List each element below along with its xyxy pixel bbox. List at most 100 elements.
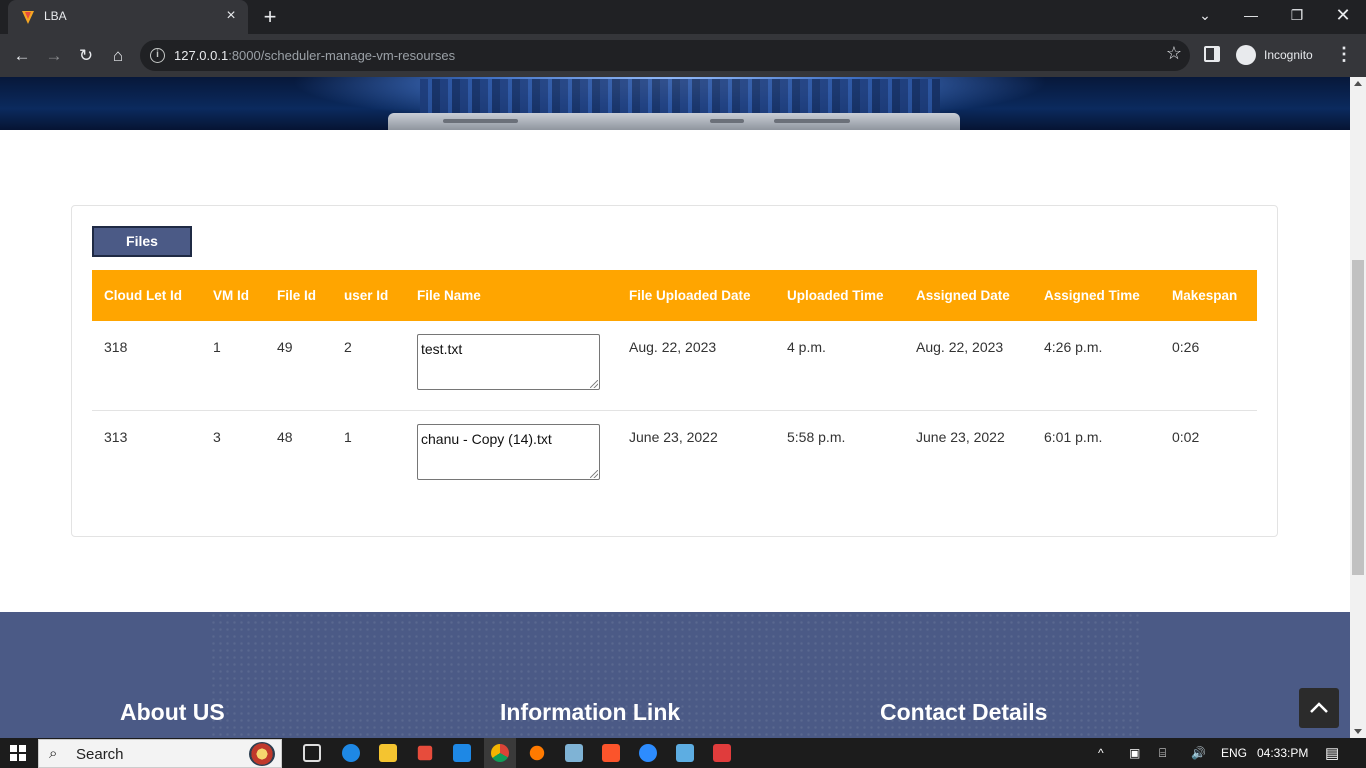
site-footer: About US Information Link Contact Detail… xyxy=(0,612,1350,738)
resize-grip-icon[interactable] xyxy=(590,380,598,388)
col-user-id: user Id xyxy=(344,288,389,303)
footer-contact-heading: Contact Details xyxy=(880,699,1048,725)
cell-assigned-date: June 23, 2022 xyxy=(916,429,1005,445)
search-icon: ⌕ xyxy=(49,745,58,762)
file-name-textarea[interactable]: test.txt xyxy=(417,334,600,390)
edge-browser-icon[interactable] xyxy=(342,744,360,762)
windows-start-icon[interactable] xyxy=(10,745,26,761)
remote-desktop-icon[interactable] xyxy=(676,744,694,762)
cell-vm-id: 1 xyxy=(213,339,221,355)
chevron-up-icon xyxy=(1310,702,1328,713)
close-window-icon[interactable]: ✕ xyxy=(1320,0,1366,34)
table-row: 313 3 48 1 chanu - Copy (14).txt June 23… xyxy=(92,411,1257,501)
chrome-icon[interactable] xyxy=(491,744,509,762)
hero-banner-image xyxy=(0,77,1350,130)
file-name-text: test.txt xyxy=(421,341,463,357)
vscode-icon[interactable] xyxy=(453,744,471,762)
incognito-icon xyxy=(1236,45,1256,65)
col-file-id: File Id xyxy=(277,288,317,303)
taskbar-search-box[interactable]: ⌕ Search xyxy=(38,739,282,768)
col-uploaded-date: File Uploaded Date xyxy=(629,288,751,303)
browser-titlebar: LBA × + ⌄ — ❐ ✕ xyxy=(0,0,1366,34)
cell-uploaded-date: June 23, 2022 xyxy=(629,429,718,445)
incognito-badge[interactable]: Incognito xyxy=(1230,42,1326,68)
browser-menu-icon[interactable]: ⋮ xyxy=(1335,44,1353,65)
col-makespan: Makespan xyxy=(1172,288,1238,303)
device-slot xyxy=(443,119,518,123)
back-icon[interactable]: ← xyxy=(8,42,36,70)
cell-makespan: 0:02 xyxy=(1172,429,1200,445)
col-cloudlet-id: Cloud Let Id xyxy=(104,288,182,303)
col-assigned-time: Assigned Time xyxy=(1044,288,1140,303)
cell-assigned-date: Aug. 22, 2023 xyxy=(916,339,1004,355)
device-slot xyxy=(710,119,744,123)
minimize-icon[interactable]: — xyxy=(1228,0,1274,34)
search-app-icon[interactable] xyxy=(529,745,545,761)
url-host: 127.0.0.1 xyxy=(174,48,229,63)
cell-uploaded-date: Aug. 22, 2023 xyxy=(629,339,717,355)
scroll-down-arrow-icon[interactable] xyxy=(1354,729,1362,734)
col-file-name: File Name xyxy=(417,288,481,303)
cell-assigned-time: 4:26 p.m. xyxy=(1044,339,1103,355)
windows-taskbar: ⌕ Search ^ ▣ ⌸ 🔊 ENG 04:33:PM ▤ xyxy=(0,738,1366,768)
tab-search-icon[interactable]: ⌄ xyxy=(1182,0,1228,34)
file-name-textarea[interactable]: chanu - Copy (14).txt xyxy=(417,424,600,480)
restore-icon[interactable]: ❐ xyxy=(1274,0,1320,34)
forward-icon[interactable]: → xyxy=(40,42,68,70)
clock[interactable]: 04:33:PM xyxy=(1257,746,1308,760)
brave-browser-icon[interactable] xyxy=(602,744,620,762)
hero-device-image xyxy=(388,113,960,130)
search-highlight-icon xyxy=(249,742,275,766)
cell-cloudlet-id: 318 xyxy=(104,339,128,355)
anydesk-icon[interactable] xyxy=(713,744,731,762)
meet-now-icon[interactable]: ▣ xyxy=(1129,746,1140,760)
zoom-icon[interactable] xyxy=(639,744,657,762)
footer-info-heading: Information Link xyxy=(500,699,681,725)
page-viewport: Files Cloud Let Id VM Id File Id user Id… xyxy=(0,77,1350,738)
url-text: 127.0.0.1:8000/scheduler-manage-vm-resou… xyxy=(174,48,455,63)
cell-makespan: 0:26 xyxy=(1172,339,1200,355)
address-bar[interactable]: i 127.0.0.1:8000/scheduler-manage-vm-res… xyxy=(140,40,1190,71)
cell-uploaded-time: 5:58 p.m. xyxy=(787,429,846,445)
scroll-to-top-button[interactable] xyxy=(1299,688,1339,728)
files-card: Files Cloud Let Id VM Id File Id user Id… xyxy=(71,205,1278,537)
site-info-icon[interactable]: i xyxy=(150,48,165,63)
reload-icon[interactable]: ↻ xyxy=(72,42,100,70)
bookmark-star-icon[interactable]: ☆ xyxy=(1166,43,1182,64)
volume-icon[interactable]: 🔊 xyxy=(1191,746,1206,760)
language-indicator[interactable]: ENG xyxy=(1221,746,1247,760)
cell-uploaded-time: 4 p.m. xyxy=(787,339,826,355)
tab-close-icon[interactable]: × xyxy=(222,7,240,25)
network-icon[interactable]: ⌸ xyxy=(1159,746,1166,761)
cell-assigned-time: 6:01 p.m. xyxy=(1044,429,1103,445)
files-tab-button[interactable]: Files xyxy=(92,226,192,257)
tray-overflow-icon[interactable]: ^ xyxy=(1098,746,1104,760)
app-icon[interactable] xyxy=(565,744,583,762)
site-favicon-icon xyxy=(22,11,34,24)
scroll-thumb[interactable] xyxy=(1352,260,1364,575)
task-view-icon[interactable] xyxy=(303,744,321,762)
page-scrollbar[interactable] xyxy=(1350,77,1366,738)
file-name-text: chanu - Copy (14).txt xyxy=(421,431,552,447)
table-header: Cloud Let Id VM Id File Id user Id File … xyxy=(92,270,1257,321)
col-assigned-date: Assigned Date xyxy=(916,288,1010,303)
tab-title: LBA xyxy=(44,9,67,23)
app-icon[interactable] xyxy=(417,745,433,761)
cell-user-id: 1 xyxy=(344,429,352,445)
side-panel-icon[interactable] xyxy=(1204,46,1220,62)
new-tab-icon[interactable]: + xyxy=(258,5,282,29)
browser-toolbar: ← → ↻ ⌂ i 127.0.0.1:8000/scheduler-manag… xyxy=(0,34,1366,77)
scroll-up-arrow-icon[interactable] xyxy=(1354,81,1362,86)
browser-tab[interactable]: LBA × xyxy=(8,0,248,34)
cell-user-id: 2 xyxy=(344,339,352,355)
file-explorer-icon[interactable] xyxy=(379,744,397,762)
cell-vm-id: 3 xyxy=(213,429,221,445)
cell-file-id: 48 xyxy=(277,429,293,445)
url-path: :8000/scheduler-manage-vm-resourses xyxy=(228,48,456,63)
incognito-label: Incognito xyxy=(1264,48,1313,62)
notifications-icon[interactable]: ▤ xyxy=(1325,744,1339,762)
resize-grip-icon[interactable] xyxy=(590,470,598,478)
search-placeholder: Search xyxy=(76,746,124,763)
home-icon[interactable]: ⌂ xyxy=(104,42,132,70)
device-slot xyxy=(774,119,850,123)
